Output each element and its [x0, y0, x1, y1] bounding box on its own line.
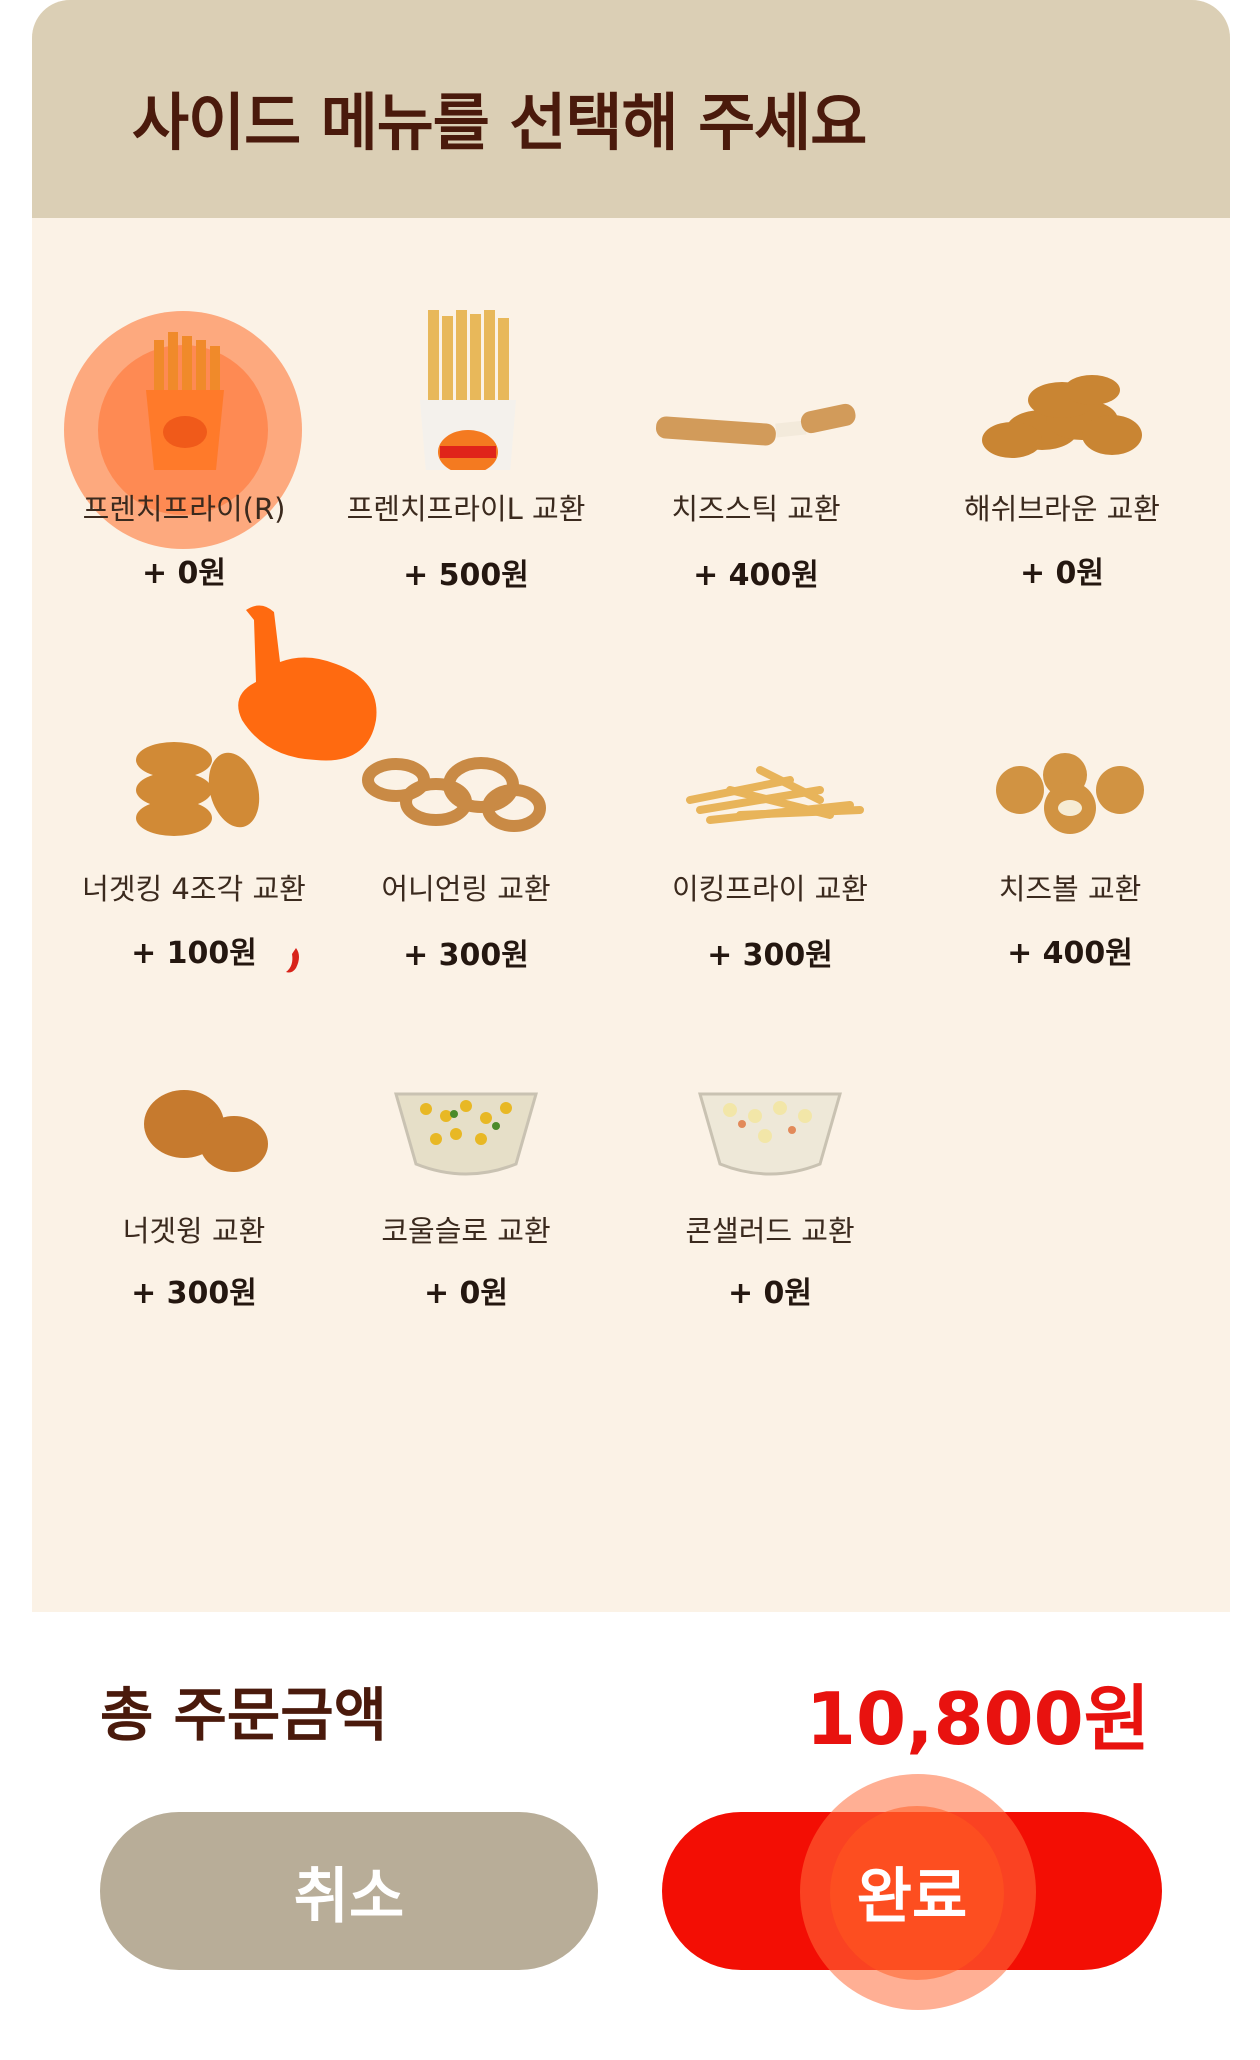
item-name: 콘샐러드 교환	[685, 1214, 855, 1248]
item-price: + 0원	[423, 1276, 509, 1311]
item-price: + 0원	[727, 1276, 813, 1311]
tap-hand-icon	[238, 605, 377, 761]
fries-large-icon	[420, 310, 516, 470]
menu-item-french-fries-l[interactable]: 프렌치프라이L 교환 + 500원	[316, 310, 616, 593]
menu-item-cheese-stick[interactable]: 치즈스틱 교환 + 400원	[606, 310, 906, 593]
item-name: 치즈볼 교환	[998, 872, 1142, 906]
menu-item-nugget-wing[interactable]: 너겟윙 교환 + 300원	[44, 1044, 344, 1311]
menu-item-cheese-ball[interactable]: 치즈볼 교환 + 400원	[920, 690, 1220, 971]
item-name: 코울슬로 교환	[381, 1214, 551, 1248]
item-price: + 500원	[403, 558, 529, 593]
page-title: 사이드 메뉴를 선택해 주세요	[132, 86, 867, 159]
item-price: + 400원	[693, 558, 819, 593]
chili-icon	[286, 948, 299, 973]
item-price: + 400원	[1007, 936, 1133, 971]
item-name: 이킹프라이 교환	[672, 872, 868, 906]
hash-brown-icon	[982, 375, 1142, 458]
cancel-button[interactable]: 취소	[100, 1812, 598, 1970]
nugget-wing-icon	[144, 1090, 268, 1172]
menu-item-french-fries-r[interactable]: 프렌치프라이(R) + 0원	[34, 310, 334, 591]
menu-item-e-king-fries[interactable]: 이킹프라이 교환 + 300원	[620, 690, 920, 973]
item-name: 프렌치프라이L 교환	[346, 492, 586, 526]
done-label-wrap: 완료	[662, 1812, 1162, 1970]
menu-item-hash-brown[interactable]: 해쉬브라운 교환 + 0원	[912, 310, 1212, 591]
cheese-ball-icon	[996, 753, 1144, 834]
menu-item-corn-salad[interactable]: 콘샐러드 교환 + 0원	[620, 1044, 920, 1311]
menu-item-coleslaw[interactable]: 코울슬로 교환 + 0원	[316, 1044, 616, 1311]
panel-header: 사이드 메뉴를 선택해 주세요	[32, 0, 1230, 218]
done-label: 완료	[856, 1861, 968, 1932]
cheese-stick-icon	[655, 403, 856, 446]
coleslaw-icon	[394, 1092, 538, 1176]
item-price: + 0원	[141, 556, 227, 591]
item-price: + 300원	[403, 938, 529, 973]
cancel-label: 취소	[293, 1861, 405, 1932]
item-name: 치즈스틱 교환	[671, 492, 841, 526]
item-name: 해쉬브라운 교환	[964, 492, 1160, 526]
total-label: 총 주문금액	[100, 1681, 387, 1749]
item-price: + 300원	[707, 938, 833, 973]
item-price: + 0원	[1019, 556, 1105, 591]
corn-salad-icon	[698, 1092, 842, 1176]
item-price: + 300원	[131, 1276, 257, 1311]
item-name: 어니언링 교환	[381, 872, 551, 906]
total-amount: 10,800원	[805, 1677, 1150, 1761]
e-king-fries-icon	[686, 766, 864, 824]
fries-regular-icon	[146, 332, 224, 470]
